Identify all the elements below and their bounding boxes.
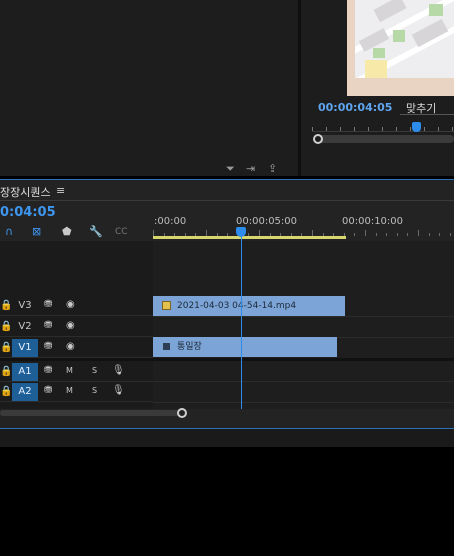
bottom-panel-strip	[0, 429, 454, 447]
timeline-playhead[interactable]	[236, 227, 246, 237]
video-audio-divider	[0, 358, 454, 361]
time-ruler[interactable]	[153, 201, 454, 241]
timeline-horizontal-scrollbar[interactable]	[0, 410, 186, 416]
fx-badge-icon	[162, 301, 171, 310]
program-mini-ruler[interactable]	[312, 124, 454, 132]
track-target-a1[interactable]: A1	[12, 363, 38, 381]
track-target-v2[interactable]: V2	[12, 318, 38, 336]
track-target-a2[interactable]: A2	[12, 383, 38, 401]
linked-selection-icon[interactable]: ⊠	[32, 225, 41, 238]
eye-icon[interactable]: ◉	[66, 299, 75, 310]
source-monitor-panel	[0, 0, 298, 176]
sync-lock-icon[interactable]: ⛃	[44, 385, 52, 396]
track-target-v3[interactable]: V3	[12, 297, 38, 315]
lock-icon[interactable]: 🔒	[0, 366, 12, 377]
ruler-tick	[375, 233, 377, 236]
graphic-clip-icon	[163, 343, 170, 350]
track-header-v2[interactable]: 🔒 V2 ⛃ ◉	[0, 317, 153, 337]
ruler-tick	[439, 233, 441, 236]
sequence-menu-icon[interactable]: ≡	[56, 184, 65, 197]
program-timecode[interactable]: 00:00:04:05	[318, 101, 392, 114]
clip-video-v3[interactable]: 2021-04-03 04-54-14.mp4	[153, 296, 345, 316]
ruler-label-10s: 00:00:10:00	[342, 216, 404, 227]
solo-button[interactable]: S	[92, 366, 97, 375]
clip-label: 2021-04-03 04-54-14.mp4	[177, 301, 297, 311]
lock-icon[interactable]: 🔒	[0, 386, 12, 397]
wrench-icon[interactable]: 🔧	[89, 225, 103, 238]
sync-lock-icon[interactable]: ⛃	[44, 299, 52, 310]
fit-select-underline	[400, 114, 454, 115]
ruler-tick	[418, 230, 419, 236]
export-icon[interactable]: ⇪	[268, 162, 277, 175]
microphone-icon[interactable]: 🎙	[112, 365, 125, 376]
playhead-line	[241, 237, 242, 409]
ruler-tick	[386, 233, 388, 236]
sync-lock-icon[interactable]: ⛃	[44, 341, 52, 352]
sequence-tab[interactable]: 장장시퀀스	[0, 184, 51, 200]
sequence-timecode[interactable]: 0:04:05	[0, 205, 56, 220]
clip-label: 통일장	[177, 342, 202, 352]
eye-icon[interactable]: ◉	[66, 341, 75, 352]
captions-icon[interactable]: CC	[115, 227, 128, 237]
track-area[interactable]	[153, 241, 454, 409]
program-zoom-scrollbar[interactable]	[314, 135, 454, 143]
program-playhead[interactable]	[412, 122, 421, 132]
program-scroll-handle[interactable]	[313, 134, 323, 144]
lock-icon[interactable]: 🔒	[0, 300, 12, 311]
ruler-label-0: :00:00	[154, 216, 187, 227]
lock-icon[interactable]: 🔒	[0, 321, 12, 332]
track-header-v1[interactable]: 🔒 V1 ⛃ ◉	[0, 338, 153, 358]
work-area-bar[interactable]	[153, 236, 346, 239]
ruler-tick	[396, 233, 398, 236]
timeline-scroll-handle[interactable]	[177, 408, 187, 418]
program-preview	[347, 0, 454, 96]
insert-icon[interactable]: ⇥	[246, 162, 255, 175]
ruler-tick	[365, 230, 366, 236]
ruler-tick	[407, 233, 409, 236]
lock-icon[interactable]: 🔒	[0, 342, 12, 353]
mute-button[interactable]: M	[66, 366, 73, 375]
eye-icon[interactable]: ◉	[66, 320, 75, 331]
map-video-frame	[355, 0, 454, 78]
track-header-a2[interactable]: 🔒 A2 ⛃ M S 🎙	[0, 382, 153, 402]
ruler-tick	[354, 233, 356, 236]
mute-button[interactable]: M	[66, 386, 73, 395]
solo-button[interactable]: S	[92, 386, 97, 395]
ruler-tick	[428, 233, 430, 236]
filter-icon[interactable]: ⏷	[226, 162, 235, 176]
track-header-v3[interactable]: 🔒 V3 ⛃ ◉	[0, 296, 153, 316]
track-header-a1[interactable]: 🔒 A1 ⛃ M S 🎙	[0, 362, 153, 382]
marker-icon[interactable]: ⬟	[62, 225, 72, 238]
ruler-label-5s: 00:00:05:00	[236, 216, 298, 227]
microphone-icon[interactable]: 🎙	[112, 385, 125, 396]
sync-lock-icon[interactable]: ⛃	[44, 365, 52, 376]
ruler-tick	[449, 233, 451, 236]
sync-lock-icon[interactable]: ⛃	[44, 320, 52, 331]
clip-title-v1[interactable]: 통일장	[153, 337, 337, 357]
snap-icon[interactable]: ∩	[5, 225, 13, 238]
track-target-v1[interactable]: V1	[12, 339, 38, 357]
